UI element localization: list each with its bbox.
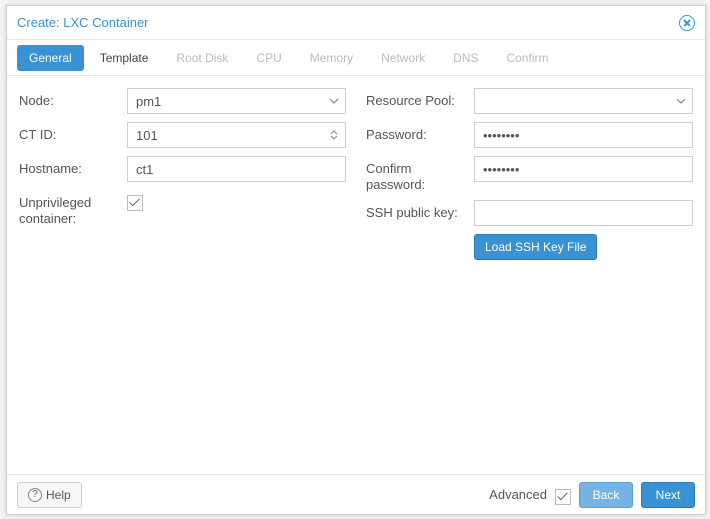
next-button[interactable]: Next (641, 482, 695, 508)
right-column: Resource Pool: Password: Confir (366, 88, 693, 474)
node-value: pm1 (128, 94, 323, 109)
hostname-label: Hostname: (19, 156, 127, 177)
close-icon[interactable] (679, 15, 695, 31)
unprivileged-checkbox[interactable] (127, 195, 143, 211)
ssh-key-label: SSH public key: (366, 200, 474, 221)
confirm-password-label: Confirm password: (366, 156, 474, 192)
titlebar: Create: LXC Container (7, 6, 705, 40)
tab-root-disk: Root Disk (164, 45, 240, 71)
tab-cpu: CPU (244, 45, 293, 71)
node-label: Node: (19, 88, 127, 109)
chevron-down-icon[interactable] (670, 98, 692, 104)
password-input[interactable] (474, 122, 693, 148)
advanced-checkbox[interactable] (555, 489, 571, 505)
ctid-spinner[interactable]: 101 (127, 122, 346, 148)
password-label: Password: (366, 122, 474, 143)
footer-right: Advanced Back Next (489, 482, 695, 508)
load-ssh-key-button[interactable]: Load SSH Key File (474, 234, 597, 260)
help-label: Help (46, 488, 71, 502)
tab-network: Network (369, 45, 437, 71)
create-lxc-dialog: Create: LXC Container GeneralTemplateRoo… (6, 5, 706, 515)
chevron-down-icon[interactable] (323, 98, 345, 104)
unprivileged-label: Unprivileged container: (19, 190, 127, 226)
resource-pool-label: Resource Pool: (366, 88, 474, 109)
spinner-icon[interactable] (323, 130, 345, 140)
dialog-title: Create: LXC Container (17, 15, 149, 30)
tab-general[interactable]: General (17, 45, 84, 71)
ctid-value: 101 (128, 128, 323, 143)
advanced-label: Advanced (489, 487, 547, 502)
wizard-tabs: GeneralTemplateRoot DiskCPUMemoryNetwork… (7, 40, 705, 76)
tab-dns: DNS (441, 45, 490, 71)
hostname-input[interactable] (127, 156, 346, 182)
ctid-label: CT ID: (19, 122, 127, 143)
dialog-footer: ? Help Advanced Back Next (7, 474, 705, 514)
confirm-password-input[interactable] (474, 156, 693, 182)
back-button[interactable]: Back (579, 482, 633, 508)
tab-template[interactable]: Template (88, 45, 161, 71)
dialog-body: Node: pm1 CT ID: 101 (7, 76, 705, 474)
tab-confirm: Confirm (494, 45, 560, 71)
tab-memory: Memory (298, 45, 365, 71)
ssh-key-input[interactable] (474, 200, 693, 226)
help-icon: ? (28, 488, 42, 502)
left-column: Node: pm1 CT ID: 101 (19, 88, 346, 474)
help-button[interactable]: ? Help (17, 482, 82, 508)
node-combo[interactable]: pm1 (127, 88, 346, 114)
resource-pool-combo[interactable] (474, 88, 693, 114)
